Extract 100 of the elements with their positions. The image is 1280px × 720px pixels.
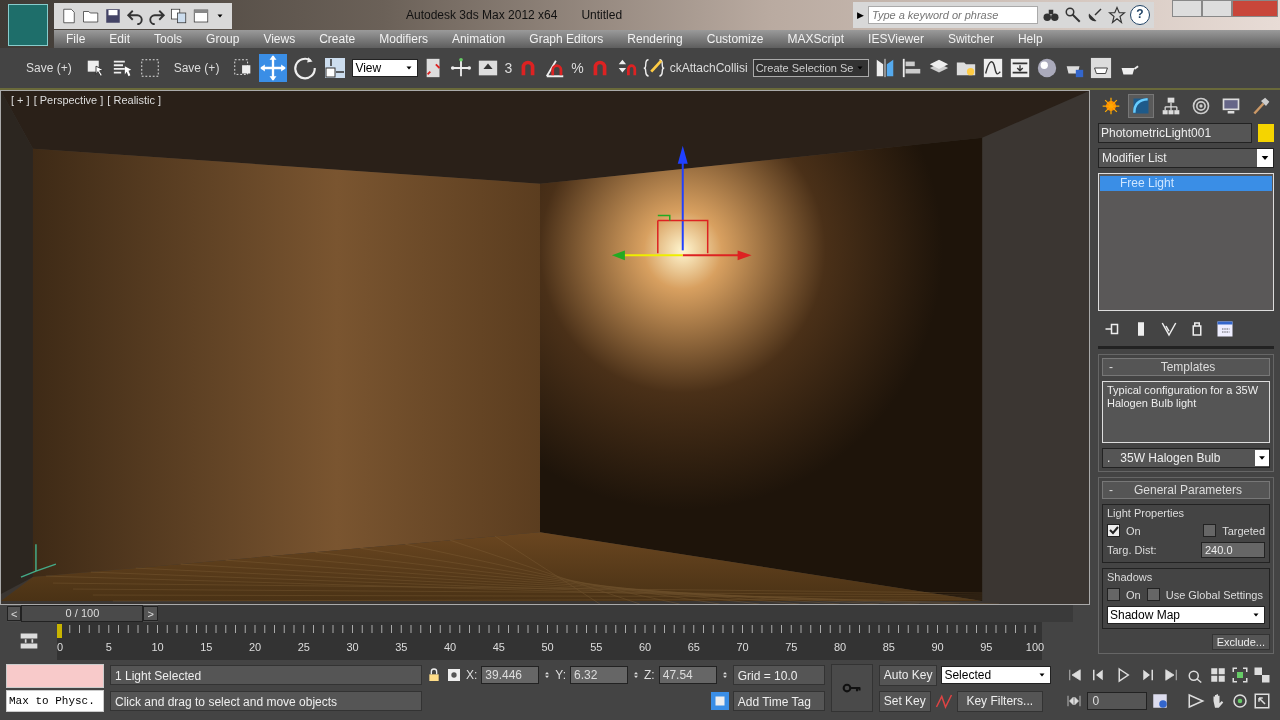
- save-selection-button[interactable]: Save (+): [18, 59, 80, 77]
- scale-icon[interactable]: [323, 56, 348, 80]
- material-editor-icon[interactable]: [1035, 57, 1058, 79]
- viewport-label[interactable]: [ + ]: [11, 94, 30, 106]
- shadow-type-dropdown[interactable]: Shadow Map: [1107, 606, 1265, 624]
- menu-item[interactable]: Views: [251, 32, 308, 46]
- checkbox-label[interactable]: Use Global Settings: [1165, 588, 1263, 601]
- selection-set-dropdown[interactable]: Create Selection Se: [752, 59, 869, 77]
- menu-item[interactable]: File: [54, 32, 98, 46]
- timeline-ruler[interactable]: 0 5 10 15 20 25 30 35 40 45 50 55 60 65 70 75 80 85 90 95 100: [57, 622, 1042, 660]
- checkbox[interactable]: [1203, 524, 1217, 537]
- menu-item[interactable]: Create: [307, 32, 368, 46]
- minimize-button[interactable]: [1172, 0, 1202, 17]
- manipulate-icon[interactable]: [450, 57, 473, 79]
- edit-named-sets-icon[interactable]: [642, 57, 665, 79]
- menu-item[interactable]: MAXScript: [775, 32, 857, 46]
- workspace-icon[interactable]: [192, 7, 210, 25]
- rendered-frame-icon[interactable]: [1089, 57, 1112, 79]
- key-mode-dropdown[interactable]: Selected: [941, 666, 1052, 684]
- rotate-icon[interactable]: [292, 55, 319, 81]
- target-distance-spinner[interactable]: 240.0: [1201, 542, 1265, 558]
- make-unique-icon[interactable]: [1160, 320, 1178, 338]
- rollout-header[interactable]: - General Parameters: [1102, 481, 1270, 499]
- zoom-extents-icon[interactable]: [1231, 666, 1250, 684]
- modifier-list-dropdown[interactable]: Modifier List: [1098, 148, 1274, 168]
- menu-item[interactable]: IESViewer: [856, 32, 936, 46]
- absolute-mode-icon[interactable]: [446, 667, 462, 683]
- listener-field[interactable]: [6, 664, 104, 688]
- menu-item[interactable]: Customize: [694, 32, 776, 46]
- field-of-view-icon[interactable]: [1187, 692, 1206, 710]
- viewport-label[interactable]: [ Realistic ]: [107, 94, 162, 106]
- current-frame-field[interactable]: 0: [1087, 692, 1148, 710]
- menu-item[interactable]: Help: [1005, 32, 1055, 46]
- menu-item[interactable]: Edit: [97, 32, 143, 46]
- menu-item[interactable]: Graph Editors: [517, 32, 616, 46]
- star-icon[interactable]: [1108, 6, 1126, 24]
- menu-item[interactable]: Rendering: [615, 32, 695, 46]
- redo-icon[interactable]: [148, 7, 166, 25]
- script-output-field[interactable]: Max to Physc.: [6, 690, 104, 712]
- move-icon[interactable]: [259, 54, 288, 82]
- menu-item[interactable]: Modifiers: [367, 32, 440, 46]
- save-icon[interactable]: [104, 7, 122, 25]
- checkbox[interactable]: [1107, 588, 1120, 601]
- time-slider-track[interactable]: < 0 / 100 >: [7, 605, 1073, 622]
- time-tag-icon[interactable]: [710, 692, 729, 710]
- app-logo-icon[interactable]: [8, 4, 48, 46]
- new-file-icon[interactable]: [60, 7, 78, 25]
- next-button[interactable]: >: [143, 606, 158, 621]
- checkbox-label[interactable]: On: [1126, 588, 1141, 601]
- maximize-viewport-icon[interactable]: [1253, 692, 1272, 710]
- selection-status: 1 Light Selected: [110, 665, 422, 685]
- exclude-button[interactable]: Exclude...: [1211, 634, 1270, 650]
- maximize-button[interactable]: [1202, 0, 1232, 17]
- group-title: Shadows: [1107, 571, 1154, 583]
- snap-toggle[interactable]: 3: [504, 60, 513, 76]
- zoom-all-icon[interactable]: [1209, 666, 1228, 684]
- template-dropdown[interactable]: . 35W Halogen Bulb: [1102, 448, 1270, 468]
- project-folder-icon[interactable]: [170, 7, 188, 25]
- key-filters-button[interactable]: Key Filters...: [956, 690, 1043, 712]
- region-select-icon[interactable]: [138, 57, 161, 79]
- auto-key-button[interactable]: Auto Key: [878, 664, 938, 686]
- help-button[interactable]: ?: [1130, 5, 1150, 25]
- coordinate-field[interactable]: 6.32: [570, 666, 629, 684]
- checkbox[interactable]: [1146, 588, 1160, 601]
- checkbox[interactable]: [1107, 524, 1120, 537]
- orbit-icon[interactable]: [1231, 692, 1250, 710]
- mini-curve-editor-icon[interactable]: [18, 631, 39, 651]
- object-color-swatch[interactable]: [1258, 124, 1274, 142]
- checkbox-label[interactable]: Targeted: [1222, 524, 1265, 537]
- schematic-view-icon[interactable]: [1008, 57, 1031, 79]
- reference-coordinate-dropdown[interactable]: View: [352, 59, 419, 77]
- previous-button[interactable]: <: [7, 606, 22, 621]
- move-gizmo[interactable]: [611, 145, 752, 261]
- configure-sets-icon[interactable]: [1216, 320, 1234, 338]
- save-selection-button[interactable]: Save (+): [165, 59, 228, 77]
- menu-item[interactable]: Group: [194, 32, 252, 46]
- menu-item[interactable]: Tools: [142, 32, 195, 46]
- time-slider[interactable]: < 0 / 100 >: [7, 605, 158, 622]
- curve-editor-icon[interactable]: [981, 57, 1004, 79]
- lock-icon[interactable]: [426, 667, 442, 683]
- object-name-field[interactable]: PhotometricLight001: [1098, 123, 1252, 143]
- viewport-label[interactable]: [ Perspective ]: [33, 94, 104, 106]
- zoom-extents-all-icon[interactable]: [1253, 666, 1272, 684]
- rollout-header[interactable]: - Templates: [1102, 358, 1270, 376]
- frame-number: 65: [687, 641, 700, 653]
- search-field[interactable]: Type a keyword or phrase: [868, 6, 1038, 24]
- expand-arrow[interactable]: ▶: [857, 10, 864, 20]
- menu-item[interactable]: Switcher: [935, 32, 1006, 46]
- checkbox-label[interactable]: On: [1126, 524, 1141, 537]
- set-key-button[interactable]: Set Key: [878, 690, 931, 712]
- percent-snap-toggle[interactable]: %: [571, 60, 584, 76]
- add-time-tag-button[interactable]: Add Time Tag: [732, 691, 825, 711]
- time-configuration-icon[interactable]: [1151, 692, 1170, 710]
- coordinate-field[interactable]: 39.446: [481, 666, 540, 684]
- align-icon[interactable]: [900, 57, 923, 79]
- coordinate-field[interactable]: 47.54: [658, 666, 717, 684]
- menu-item[interactable]: Animation: [439, 32, 518, 46]
- field-label: Targ. Dist:: [1107, 544, 1157, 556]
- frame-marker[interactable]: [57, 624, 62, 638]
- undo-icon[interactable]: [126, 7, 144, 25]
